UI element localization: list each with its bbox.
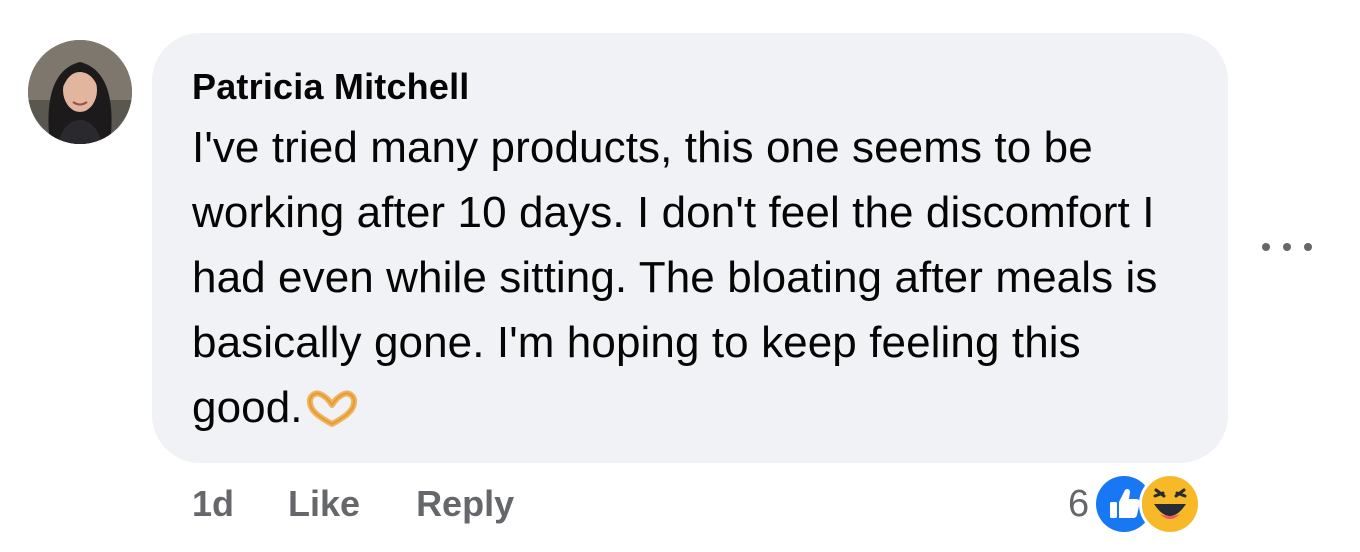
comment-author[interactable]: Patricia Mitchell — [192, 67, 1188, 107]
more-dot — [1304, 243, 1312, 251]
more-dot — [1283, 243, 1291, 251]
like-button[interactable]: Like — [288, 482, 360, 526]
heart-hands-icon — [305, 381, 359, 446]
haha-icon — [1139, 473, 1202, 535]
reactions-summary[interactable]: 6 — [1068, 473, 1202, 535]
comment-actions: 1d Like Reply — [192, 482, 570, 526]
reaction-count: 6 — [1068, 482, 1090, 525]
avatar[interactable] — [28, 40, 132, 144]
more-options-icon[interactable] — [1262, 232, 1312, 262]
comment-bubble: Patricia Mitchell I've tried many produc… — [152, 33, 1228, 463]
comment-text: I've tried many products, this one seems… — [192, 115, 1182, 446]
reply-button[interactable]: Reply — [416, 482, 514, 526]
avatar-photo — [28, 40, 132, 144]
comment-timestamp[interactable]: 1d — [192, 482, 234, 526]
more-dot — [1262, 243, 1270, 251]
